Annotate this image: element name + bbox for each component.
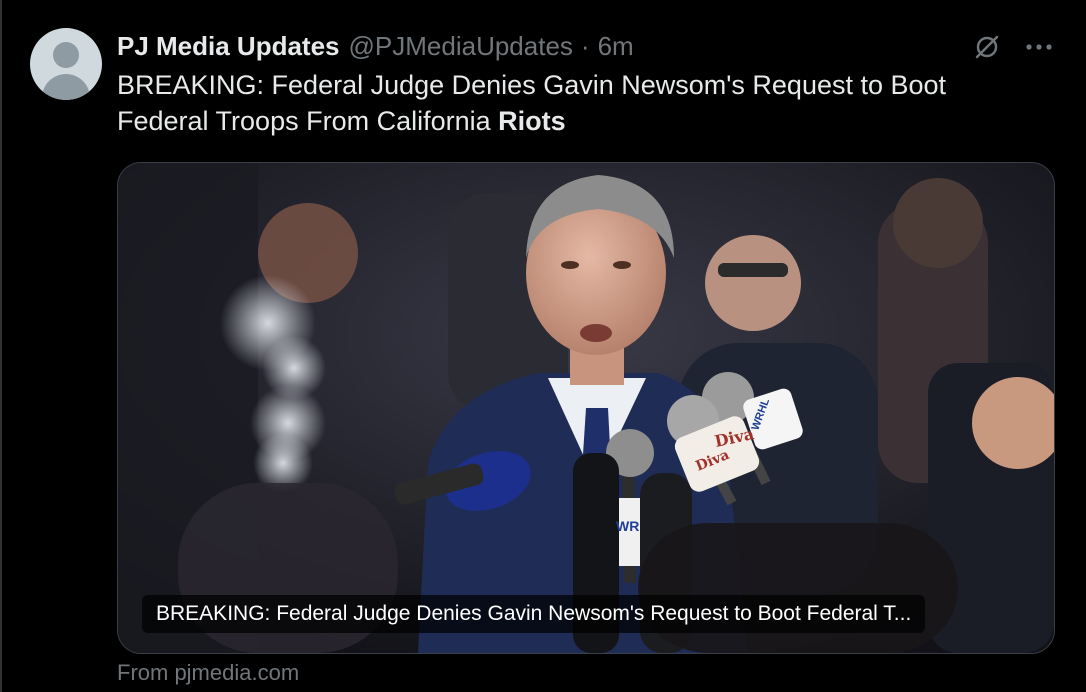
tweet-header: PJ Media Updates @PJMediaUpdates · 6m [117, 28, 634, 64]
tweet-text-bold: Riots [498, 106, 566, 136]
avatar-head [53, 42, 79, 68]
timestamp[interactable]: 6m [598, 31, 634, 62]
timeline-border [0, 0, 2, 692]
card-source[interactable]: From pjmedia.com [117, 660, 299, 686]
avatar[interactable] [30, 28, 102, 100]
tweet-text: BREAKING: Federal Judge Denies Gavin New… [117, 67, 1017, 139]
mic-label-wr: WR [616, 518, 639, 534]
author-handle[interactable]: @PJMediaUpdates [349, 31, 573, 62]
author-name[interactable]: PJ Media Updates [117, 31, 340, 62]
more-icon[interactable] [1020, 28, 1058, 66]
card-photo: Diva Diva WRHL WR [118, 163, 1054, 653]
link-card[interactable]: Diva Diva WRHL WR BREAKING: Federal Judg… [117, 162, 1055, 654]
separator-dot: · [580, 30, 590, 61]
avatar-body [42, 74, 90, 100]
grok-icon[interactable] [968, 28, 1006, 66]
card-title[interactable]: BREAKING: Federal Judge Denies Gavin New… [142, 595, 926, 633]
